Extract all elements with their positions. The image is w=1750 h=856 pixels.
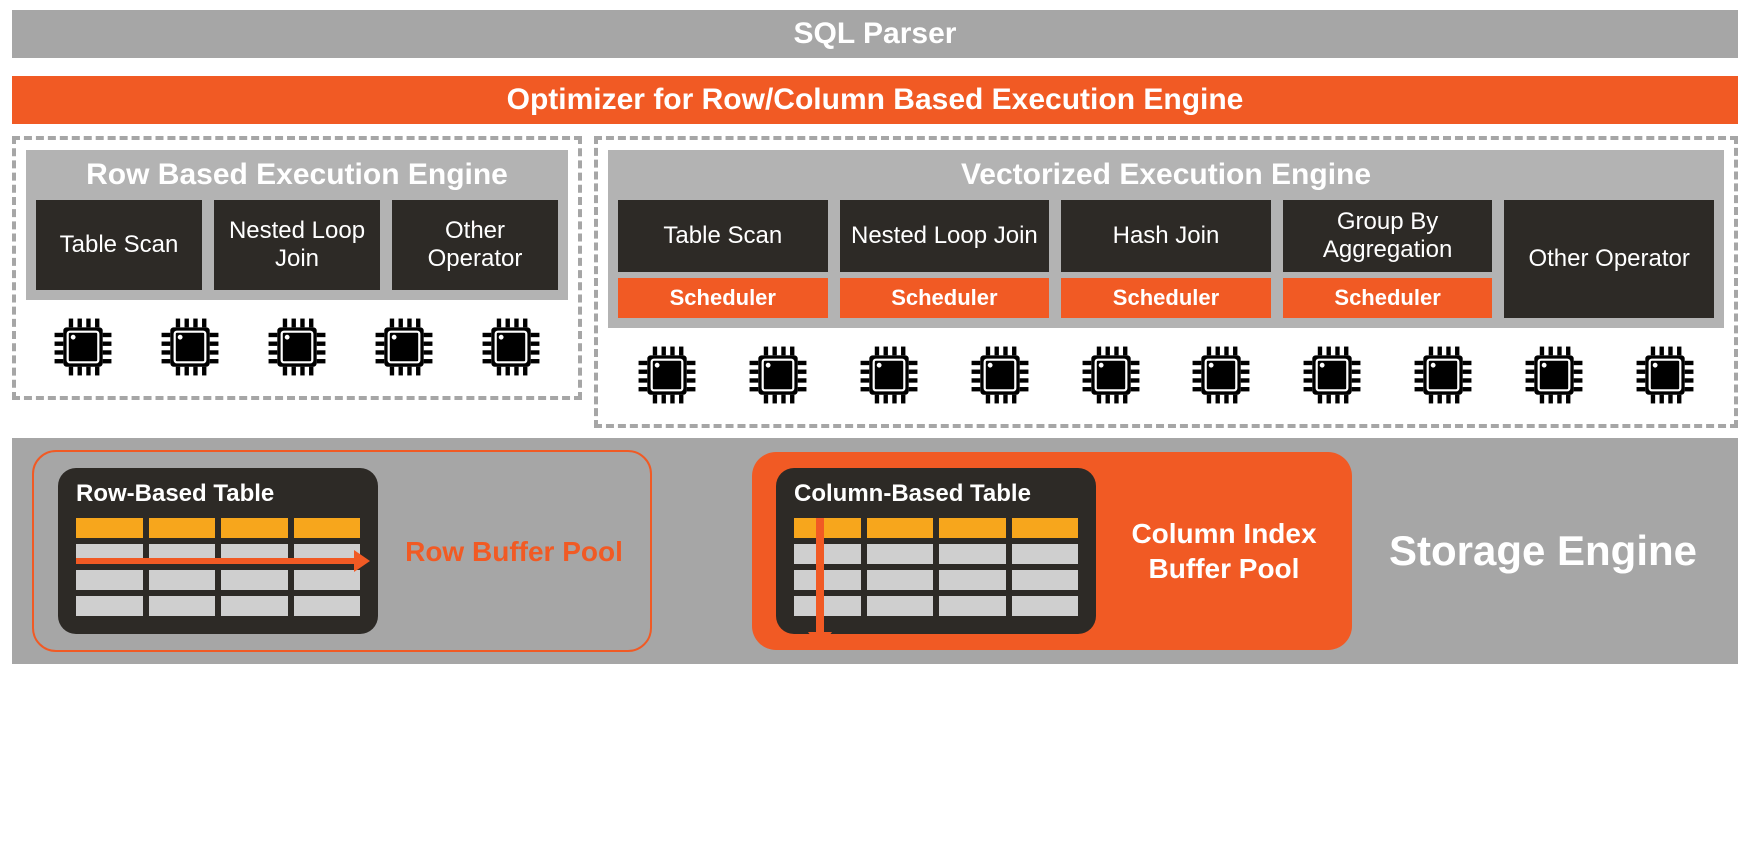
scheduler-block: Scheduler <box>618 278 828 318</box>
scheduler-block: Scheduler <box>1283 278 1493 318</box>
row-table-grid <box>76 518 360 616</box>
operator-cell: Other Operator <box>392 200 558 290</box>
scheduler-block: Scheduler <box>840 278 1050 318</box>
cpu-chip-icon <box>155 312 225 382</box>
operator-label: Table Scan <box>663 222 782 250</box>
operator-group-by-aggregation: Group By Aggregation <box>1283 200 1493 272</box>
operator-cell: Other Operator <box>1504 200 1714 318</box>
column-pool-label: Column Index Buffer Pool <box>1120 516 1328 586</box>
vectorized-engine-dashed-box: Vectorized Execution Engine Table Scan S… <box>594 136 1738 428</box>
operator-other: Other Operator <box>392 200 558 290</box>
operator-label: Table Scan <box>60 231 179 259</box>
operator-cell: Table Scan <box>36 200 202 290</box>
operator-cell: Nested Loop Join <box>214 200 380 290</box>
column-based-table-card: Column-Based Table <box>776 468 1096 634</box>
cpu-chip-icon <box>854 340 924 410</box>
operator-cell: Group By Aggregation Scheduler <box>1283 200 1493 318</box>
column-table-grid <box>794 518 1078 616</box>
cpu-chip-icon <box>369 312 439 382</box>
row-engine-operators: Table Scan Nested Loop Join Other Operat… <box>36 200 558 290</box>
sql-parser-bar: SQL Parser <box>12 10 1738 58</box>
cpu-chip-icon <box>1076 340 1146 410</box>
operator-label: Other Operator <box>396 217 554 272</box>
row-engine-dashed-box: Row Based Execution Engine Table Scan Ne… <box>12 136 582 400</box>
operator-table-scan: Table Scan <box>36 200 202 290</box>
operator-label: Group By Aggregation <box>1287 208 1489 263</box>
row-engine-panel: Row Based Execution Engine Table Scan Ne… <box>26 150 568 300</box>
vectorized-engine-title: Vectorized Execution Engine <box>618 158 1714 192</box>
cpu-chip-icon <box>1186 340 1256 410</box>
cpu-chip-icon <box>1630 340 1700 410</box>
storage-engine-panel: Row-Based Table Row Buffer Pool Column-B… <box>12 438 1738 664</box>
vectorized-engine-chips <box>608 328 1724 414</box>
column-direction-arrow-icon <box>816 518 824 634</box>
operator-cell: Hash Join Scheduler <box>1061 200 1271 318</box>
storage-engine-title: Storage Engine <box>1372 527 1714 575</box>
row-pool-label: Row Buffer Pool <box>402 534 626 569</box>
cpu-chip-icon <box>632 340 702 410</box>
cpu-chip-icon <box>262 312 332 382</box>
engines-row: Row Based Execution Engine Table Scan Ne… <box>12 136 1738 428</box>
cpu-chip-icon <box>1519 340 1589 410</box>
row-buffer-pool: Row-Based Table Row Buffer Pool <box>32 450 652 652</box>
cpu-chip-icon <box>1408 340 1478 410</box>
row-direction-arrow-icon <box>76 558 356 564</box>
row-engine-column: Row Based Execution Engine Table Scan Ne… <box>12 136 582 428</box>
operator-cell: Table Scan Scheduler <box>618 200 828 318</box>
operator-label: Nested Loop Join <box>851 222 1038 250</box>
cpu-chip-icon <box>48 312 118 382</box>
row-engine-chips <box>26 300 568 386</box>
column-table-title: Column-Based Table <box>794 480 1078 508</box>
column-buffer-pool: Column-Based Table Column Index Buffer P… <box>752 452 1352 650</box>
scheduler-block: Scheduler <box>1061 278 1271 318</box>
operator-cell: Nested Loop Join Scheduler <box>840 200 1050 318</box>
operator-label: Hash Join <box>1113 222 1220 250</box>
cpu-chip-icon <box>743 340 813 410</box>
operator-nested-loop-join: Nested Loop Join <box>840 200 1050 272</box>
cpu-chip-icon <box>965 340 1035 410</box>
row-based-table-card: Row-Based Table <box>58 468 378 634</box>
cpu-chip-icon <box>1297 340 1367 410</box>
operator-hash-join: Hash Join <box>1061 200 1271 272</box>
operator-label: Nested Loop Join <box>218 217 376 272</box>
row-engine-title: Row Based Execution Engine <box>36 158 558 192</box>
operator-nested-loop-join: Nested Loop Join <box>214 200 380 290</box>
vectorized-engine-column: Vectorized Execution Engine Table Scan S… <box>594 136 1738 428</box>
cpu-chip-icon <box>476 312 546 382</box>
operator-table-scan: Table Scan <box>618 200 828 272</box>
vectorized-engine-operators: Table Scan Scheduler Nested Loop Join Sc… <box>618 200 1714 318</box>
row-table-title: Row-Based Table <box>76 480 360 508</box>
vectorized-engine-panel: Vectorized Execution Engine Table Scan S… <box>608 150 1724 328</box>
optimizer-bar: Optimizer for Row/Column Based Execution… <box>12 76 1738 124</box>
operator-label: Other Operator <box>1528 245 1689 273</box>
operator-other: Other Operator <box>1504 200 1714 318</box>
